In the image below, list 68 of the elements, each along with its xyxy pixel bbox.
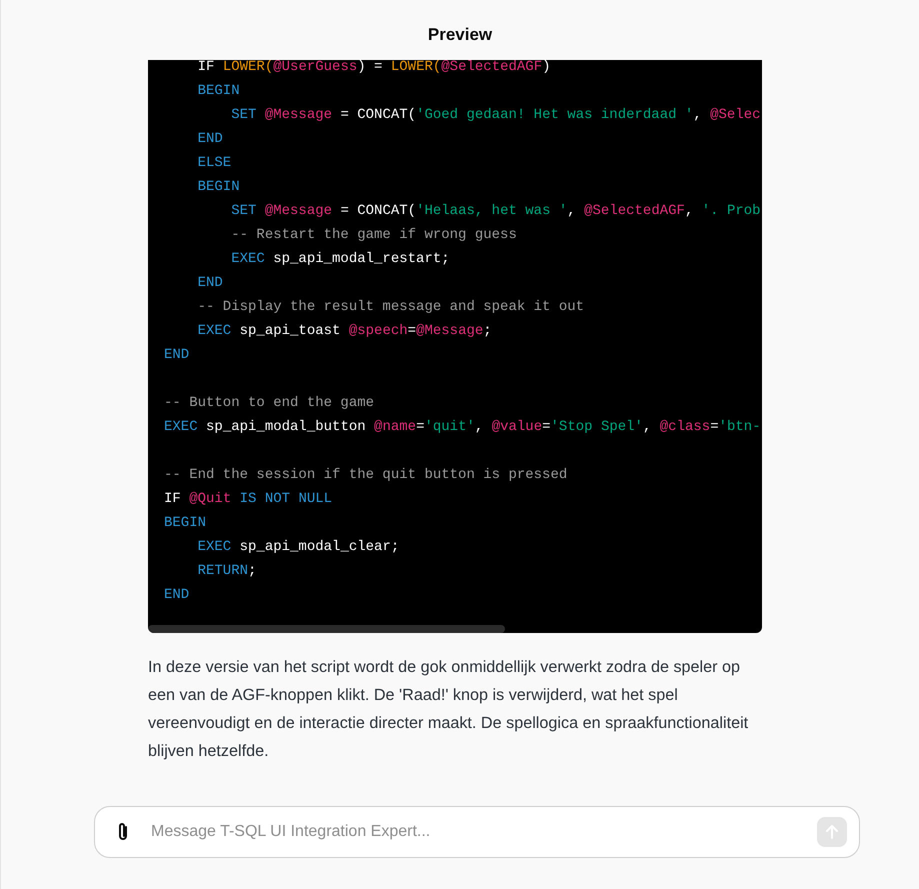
code-token: sp_api_toast: [240, 323, 342, 339]
code-token: ,: [693, 107, 703, 123]
code-token: @speech: [348, 323, 408, 339]
code-token: sp_api_modal_clear;: [240, 539, 400, 555]
code-token: ELSE: [196, 155, 232, 171]
code-token: @Quit: [189, 491, 232, 507]
code-token: 'btn-: [718, 419, 761, 435]
code-token: @UserGuess: [273, 60, 358, 75]
code-token: -- End the session if the quit button is pressed: [164, 467, 568, 483]
code-token: -- Restart the game if wrong guess: [230, 227, 517, 243]
code-token: @SelectedAGF: [584, 203, 685, 219]
code-token: = CONCAT(: [339, 107, 416, 123]
code-token: BEGIN: [164, 515, 206, 531]
code-token: -- Display the result message and speak it out: [196, 299, 584, 315]
code-token: IF: [164, 491, 182, 507]
code-token: END: [196, 131, 223, 147]
code-token: RETURN: [196, 563, 248, 579]
code-token: 'Stop Spel': [550, 419, 643, 435]
code-token: EXEC: [164, 419, 199, 435]
code-token: END: [164, 347, 190, 363]
code-token: ,: [474, 419, 484, 435]
code-token: EXEC: [196, 539, 232, 555]
code-token: END: [164, 587, 190, 603]
assistant-message: In deze versie van het script wordt de gok onmiddellijk verwerkt zodra de speler op een van de AGF-knoppen klikt. De 'Raad!' knop is verwijderd, wat het spel vereenvoudigt en de interactie directer maakt. De spellogica en spraakfunctionaliteit blijven hetzelfde.: [148, 657, 750, 762]
code-token: sp_api_modal_restart;: [273, 251, 450, 267]
code-token: ,: [642, 419, 652, 435]
send-button[interactable]: [817, 817, 847, 847]
code-token: IS NOT NULL: [238, 491, 332, 507]
code-token: LOWER(: [390, 60, 442, 75]
code-token: SET: [230, 203, 258, 219]
preview-title: Preview: [428, 24, 492, 45]
code-token: ,: [567, 203, 577, 219]
code-token: SET: [230, 107, 258, 123]
code-token: = CONCAT(: [339, 203, 416, 219]
code-token: =: [416, 419, 424, 435]
code-token: '. Prob: [702, 203, 761, 219]
code-token: @Message: [416, 323, 484, 339]
code-token: EXEC: [196, 323, 232, 339]
arrow-up-icon: [823, 823, 841, 841]
code-token: ) =: [357, 60, 384, 75]
code-token: 'quit': [424, 419, 475, 435]
message-field[interactable]: Message T-SQL UI Integration Expert...: [94, 806, 860, 858]
code-token: @Selec: [710, 107, 761, 123]
code-token: @Message: [264, 107, 332, 123]
code-token: @value: [492, 419, 542, 435]
code-token: BEGIN: [196, 83, 240, 99]
code-token: 'Helaas, het was ': [416, 203, 568, 219]
code-token: LOWER(: [222, 60, 274, 75]
code-token: -- Button to end the game: [164, 395, 374, 411]
code-token: 'Goed gedaan! Het was inderdaad ': [416, 107, 694, 123]
code-token: @SelectedAGF: [441, 60, 542, 75]
code-token: sp_api_modal_button: [206, 419, 367, 435]
message-input[interactable]: Message T-SQL UI Integration Expert...: [149, 822, 801, 842]
code-token: =: [710, 419, 719, 435]
code-token: =: [408, 323, 416, 339]
code-token: IF: [196, 60, 216, 75]
scrollbar-thumb[interactable]: [148, 625, 505, 633]
code-token: =: [542, 419, 551, 435]
code-token: ;: [248, 563, 256, 579]
code-token: ;: [483, 323, 492, 339]
code-token: @class: [660, 419, 710, 435]
code-token: @name: [374, 419, 416, 435]
code-token: ): [542, 60, 551, 75]
code-token: BEGIN: [196, 179, 240, 195]
code-token: @Message: [264, 203, 332, 219]
code-token: EXEC: [230, 251, 266, 267]
code-token: ,: [684, 203, 694, 219]
code-token: END: [196, 275, 223, 291]
